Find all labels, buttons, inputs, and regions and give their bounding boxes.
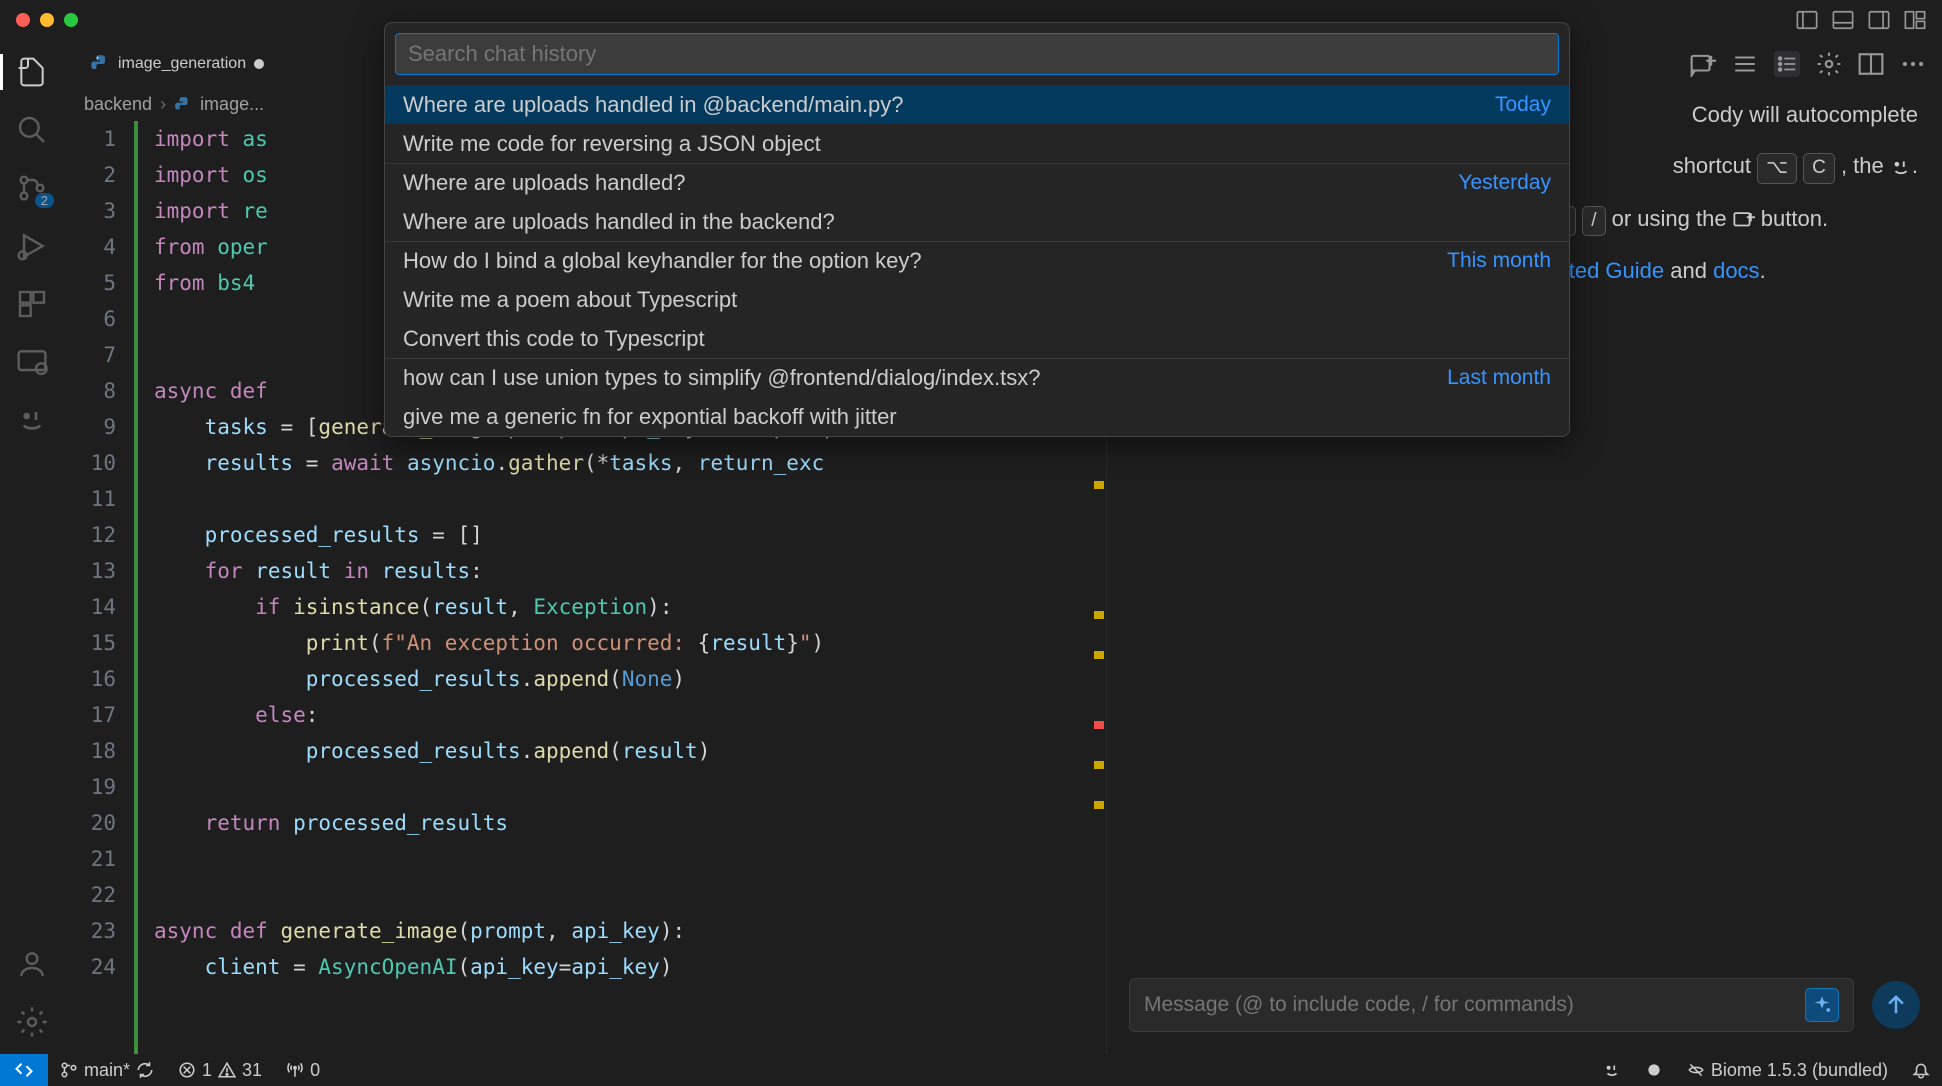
remote-explorer-icon[interactable] <box>16 346 48 378</box>
chat-history-item-text: Convert this code to Typescript <box>403 326 705 352</box>
copilot-icon <box>1645 1061 1663 1079</box>
editor-tab[interactable]: image_generation <box>76 40 278 88</box>
kbd-slash: / <box>1582 206 1605 237</box>
history-list-icon[interactable] <box>1774 51 1800 77</box>
eye-closed-icon <box>1687 1061 1705 1079</box>
cody-smile-icon <box>1890 156 1912 178</box>
source-control-icon[interactable]: 2 <box>16 172 48 204</box>
scm-badge: 2 <box>35 193 54 208</box>
chat-history-date-label: Today <box>1495 93 1551 117</box>
run-debug-icon[interactable] <box>16 230 48 262</box>
kbd-c: C <box>1803 153 1835 184</box>
layout-panel-icon[interactable] <box>1832 9 1854 31</box>
new-chat-icon[interactable] <box>1690 51 1716 77</box>
cody-icon[interactable] <box>16 404 48 436</box>
warning-count: 31 <box>242 1060 262 1081</box>
activity-bar: 2 <box>0 40 64 1054</box>
tab-modified-indicator <box>254 59 264 69</box>
docs-link[interactable]: docs <box>1713 258 1759 283</box>
chat-history-item[interactable]: Where are uploads handled in the backend… <box>385 202 1569 241</box>
minimize-window-button[interactable] <box>40 13 54 27</box>
chat-history-search[interactable] <box>395 33 1559 75</box>
chat-history-date-label: Last month <box>1447 366 1551 390</box>
biome-label: Biome 1.5.3 (bundled) <box>1711 1060 1888 1081</box>
chat-history-item[interactable]: how can I use union types to simplify @f… <box>385 358 1569 397</box>
cody-status[interactable] <box>1591 1060 1633 1081</box>
extensions-icon[interactable] <box>16 288 48 320</box>
breadcrumb-file: image... <box>200 94 264 115</box>
biome-status[interactable]: Biome 1.5.3 (bundled) <box>1675 1060 1900 1081</box>
chat-history-item-text: how can I use union types to simplify @f… <box>403 365 1040 391</box>
explorer-icon[interactable] <box>16 56 48 88</box>
port-count: 0 <box>310 1060 320 1081</box>
more-actions-icon[interactable] <box>1900 51 1926 77</box>
customize-layout-icon[interactable] <box>1904 9 1926 31</box>
settings-gear-icon[interactable] <box>1816 51 1842 77</box>
chat-history-item-text: Where are uploads handled in @backend/ma… <box>403 92 904 118</box>
chat-history-list: Where are uploads handled in @backend/ma… <box>385 85 1569 436</box>
chat-history-item-text: How do I bind a global keyhandler for th… <box>403 248 922 274</box>
error-count: 1 <box>202 1060 212 1081</box>
chat-history-picker: Where are uploads handled in @backend/ma… <box>384 22 1570 437</box>
chat-history-item[interactable]: Where are uploads handled? Yesterday <box>385 163 1569 202</box>
list-flat-icon[interactable] <box>1732 51 1758 77</box>
warning-icon <box>218 1061 236 1079</box>
ports-status[interactable]: 0 <box>274 1060 332 1081</box>
chat-history-item-text: give me a generic fn for expontial backo… <box>403 404 897 430</box>
chat-history-date-label: Yesterday <box>1458 171 1551 195</box>
kbd-option: ⌥ <box>1757 153 1797 184</box>
cody-smile-icon <box>1603 1061 1621 1079</box>
enhance-prompt-button[interactable] <box>1805 988 1839 1022</box>
chat-history-date-label: This month <box>1447 249 1551 273</box>
python-file-icon <box>174 96 192 114</box>
chat-input[interactable] <box>1144 993 1805 1017</box>
chat-history-item-text: Where are uploads handled in the backend… <box>403 209 835 235</box>
radio-tower-icon <box>286 1061 304 1079</box>
breadcrumb-separator: › <box>160 94 166 115</box>
chat-history-item[interactable]: How do I bind a global keyhandler for th… <box>385 241 1569 280</box>
tab-filename: image_generation <box>118 55 246 73</box>
git-branch-status[interactable]: main* <box>48 1060 166 1081</box>
accounts-icon[interactable] <box>16 948 48 980</box>
branch-name: main* <box>84 1060 130 1081</box>
split-editor-icon[interactable] <box>1858 51 1884 77</box>
status-bar: main* 1 31 0 Biome 1.5.3 (bundled) <box>0 1054 1942 1086</box>
breadcrumb-folder: backend <box>84 94 152 115</box>
chat-history-search-input[interactable] <box>408 41 1546 67</box>
layout-secondary-sidebar-icon[interactable] <box>1868 9 1890 31</box>
error-icon <box>178 1061 196 1079</box>
chat-history-item[interactable]: Write me code for reversing a JSON objec… <box>385 124 1569 163</box>
chat-history-item[interactable]: Write me a poem about Typescript <box>385 280 1569 319</box>
notifications-status[interactable] <box>1900 1060 1942 1081</box>
new-chat-icon <box>1733 209 1755 231</box>
bell-icon <box>1912 1061 1930 1079</box>
copilot-status[interactable] <box>1633 1060 1675 1081</box>
chat-history-item[interactable]: Where are uploads handled in @backend/ma… <box>385 85 1569 124</box>
line-number-gutter: 123456789101112131415161718192021222324 <box>64 121 134 1054</box>
chat-history-item[interactable]: give me a generic fn for expontial backo… <box>385 397 1569 436</box>
python-file-icon <box>90 54 110 74</box>
close-window-button[interactable] <box>16 13 30 27</box>
chat-history-item-text: Write me a poem about Typescript <box>403 287 737 313</box>
settings-gear-icon[interactable] <box>16 1006 48 1038</box>
search-icon[interactable] <box>16 114 48 146</box>
chat-history-item[interactable]: Convert this code to Typescript <box>385 319 1569 358</box>
chat-input-box[interactable] <box>1129 978 1854 1032</box>
problems-status[interactable]: 1 31 <box>166 1060 274 1081</box>
chat-history-item-text: Where are uploads handled? <box>403 170 686 196</box>
send-message-button[interactable] <box>1872 981 1920 1029</box>
maximize-window-button[interactable] <box>64 13 78 27</box>
layout-primary-sidebar-icon[interactable] <box>1796 9 1818 31</box>
chat-history-item-text: Write me code for reversing a JSON objec… <box>403 131 821 157</box>
remote-indicator[interactable] <box>0 1054 48 1086</box>
sync-icon[interactable] <box>136 1061 154 1079</box>
